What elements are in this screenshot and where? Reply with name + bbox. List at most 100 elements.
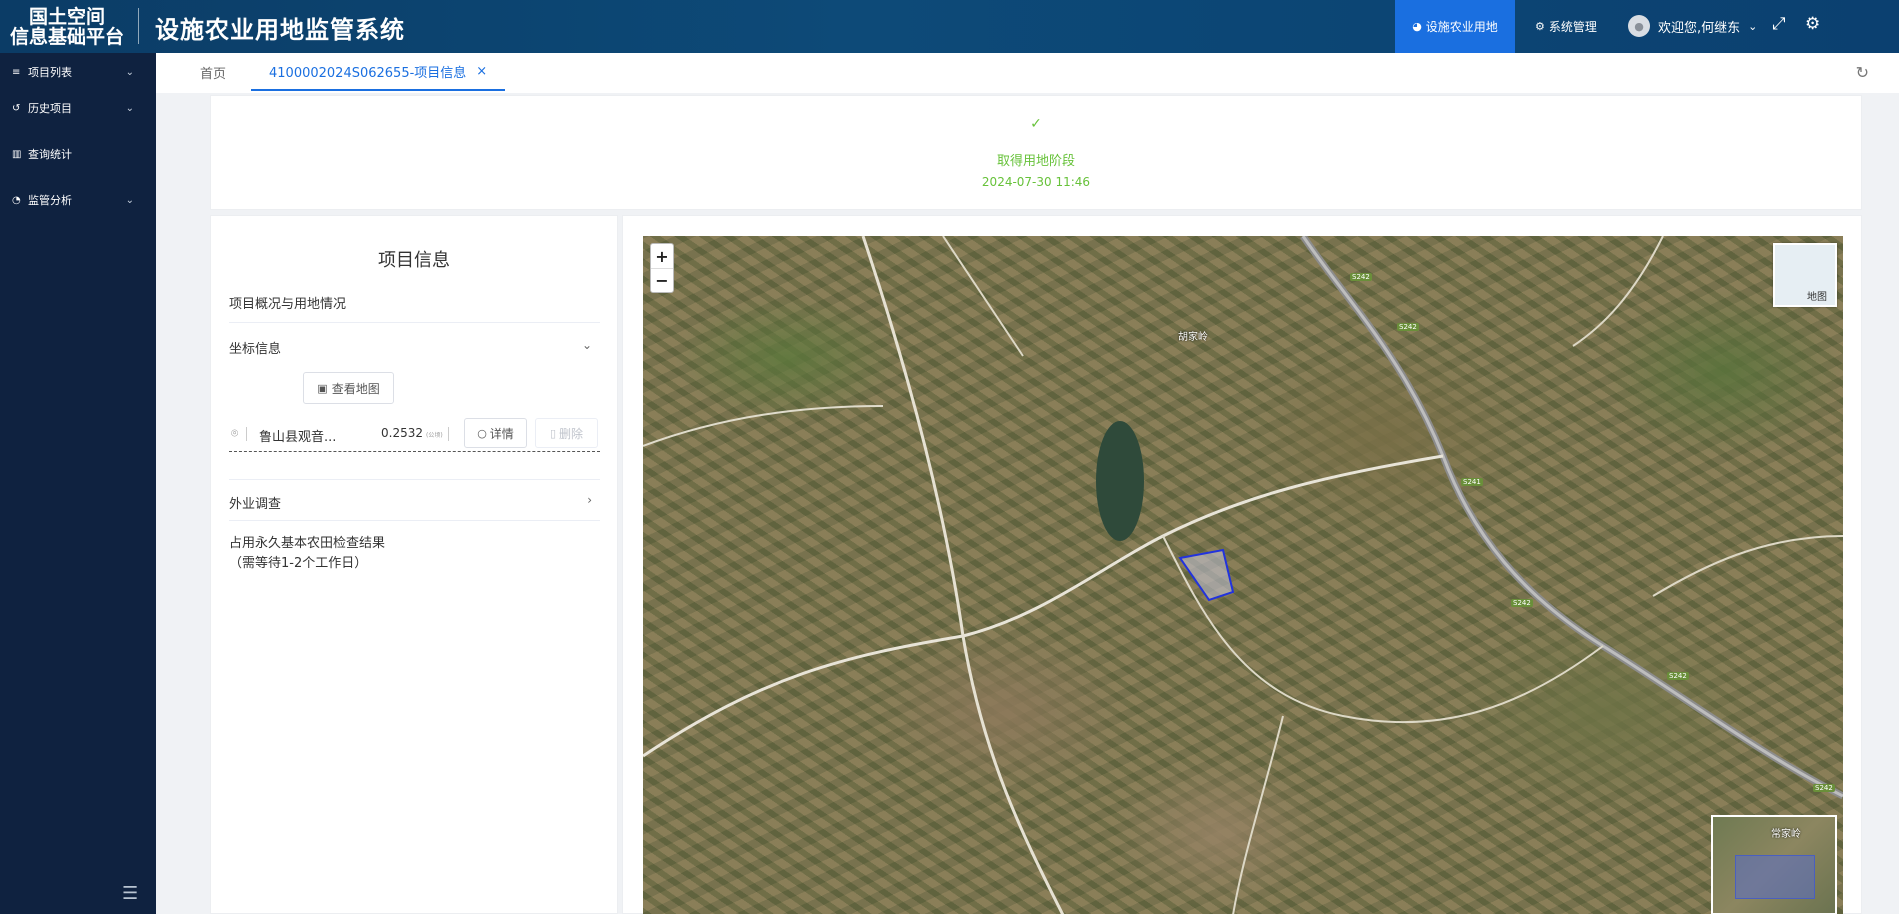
road-tag: S241: [1461, 478, 1483, 486]
check-icon: ✓: [1030, 116, 1042, 132]
detail-button[interactable]: ○ 详情: [464, 418, 527, 448]
road: [643, 405, 884, 447]
coord-row: ⌾ 鲁山县观音... 0.2532 (公顷) ○ 详情 ▯ 删除: [229, 416, 600, 452]
chevron-right-icon: ›: [587, 493, 592, 507]
project-parcel-polygon[interactable]: [1178, 548, 1235, 602]
road: [1162, 535, 1604, 724]
image-icon: ▣: [317, 381, 328, 395]
layer-switch-button[interactable]: 地图: [1773, 243, 1837, 307]
road: [861, 236, 1065, 914]
nav-system-management[interactable]: ⚙ 系统管理: [1518, 0, 1614, 53]
divider: [229, 322, 600, 323]
sidebar-item-label: 项目列表: [28, 66, 72, 79]
sidebar-item-label: 查询统计: [28, 148, 72, 161]
detail-label: 详情: [489, 426, 514, 441]
close-icon[interactable]: ×: [476, 64, 487, 79]
coord-area-unit: (公顷): [426, 432, 443, 439]
refresh-icon[interactable]: ↻: [1856, 63, 1869, 82]
app-title: 设施农业用地监管系统: [155, 16, 405, 44]
welcome-text: 欢迎您,何继东: [1658, 20, 1741, 36]
chevron-down-icon: ⌄: [581, 338, 592, 352]
coord-area-value: 0.2532: [381, 426, 423, 440]
platform-logo: 国土空间 信息基础平台: [8, 7, 126, 47]
view-map-label: 查看地图: [331, 381, 380, 396]
tab-home[interactable]: 首页: [200, 53, 226, 92]
farmland-check-result: 占用永久基本农田检查结果 （需等待1-2个工作日）: [229, 534, 600, 574]
delete-label: 删除: [559, 426, 584, 441]
result-title: 占用永久基本农田检查结果: [229, 536, 386, 551]
coord-area: 0.2532 (公顷): [381, 426, 443, 440]
nav-facility-agri-land[interactable]: ◕ 设施农业用地: [1395, 0, 1515, 53]
sidebar-item-history-projects[interactable]: ↺ 历史项目 ⌄: [0, 97, 156, 119]
trash-icon: ▯: [549, 426, 557, 440]
stage-name: 取得用地阶段: [996, 154, 1075, 169]
road-tag: S242: [1511, 599, 1533, 607]
divider: [246, 427, 247, 441]
overview-extent-box: [1735, 855, 1815, 899]
fullscreen-icon[interactable]: ⤢: [1772, 14, 1786, 34]
brand-divider: [138, 8, 139, 44]
sidebar-item-project-list[interactable]: ≡ 项目列表 ⌄: [0, 61, 156, 83]
highway-road-center: [1301, 236, 1843, 798]
bar-chart-icon: ▥: [12, 148, 22, 160]
reservoir: [1096, 421, 1144, 541]
stage-status-panel: ✓ 取得用地阶段 2024-07-30 11:46: [210, 95, 1862, 210]
overview-section[interactable]: 项目概况与用地情况: [229, 293, 600, 312]
sidebar-item-query-stats[interactable]: ▥ 查询统计: [0, 143, 156, 165]
nav-facility-agri-land-label: 设施农业用地: [1425, 20, 1498, 34]
stage-time: 2024-07-30 11:46: [981, 175, 1091, 189]
field-survey-section[interactable]: 外业调查 ›: [229, 493, 600, 512]
field-survey-label: 外业调查: [229, 497, 282, 512]
coord-section-label: 坐标信息: [229, 342, 282, 357]
road: [1572, 236, 1664, 347]
sidebar: ≡ 项目列表 ⌄ ↺ 历史项目 ⌄ ▥ 查询统计 ◔ 监管分析 ⌄ ☰: [0, 53, 156, 914]
view-map-button[interactable]: ▣ 查看地图: [303, 372, 394, 404]
road: [1232, 715, 1284, 914]
road-tag: S242: [1667, 672, 1689, 680]
road-tag: S242: [1813, 784, 1835, 792]
tab-project-info[interactable]: 4100002024S062655-项目信息 ×: [251, 53, 506, 91]
chevron-down-icon: ⌄: [1748, 19, 1758, 33]
top-bar: 国土空间 信息基础平台 设施农业用地监管系统 ◕ 设施农业用地 ⚙ 系统管理 ●…: [0, 0, 1899, 53]
panel-title: 项目信息: [378, 250, 450, 271]
pie-chart-icon: ◔: [12, 194, 21, 206]
map-roads: [643, 236, 1843, 914]
nav-system-management-label: 系统管理: [1548, 20, 1597, 34]
list-icon: ≡: [12, 66, 21, 78]
road: [942, 236, 1024, 357]
result-note: （需等待1-2个工作日）: [229, 556, 368, 571]
chevron-down-icon: ⌄: [125, 194, 134, 206]
sidebar-item-label: 历史项目: [28, 102, 72, 115]
road: [1652, 535, 1843, 597]
tab-project-info-label: 4100002024S062655-项目信息: [269, 65, 467, 81]
zoom-control: + −: [650, 243, 674, 293]
collapse-sidebar-icon[interactable]: ☰: [122, 883, 138, 904]
zoom-in-button[interactable]: +: [651, 244, 673, 268]
zoom-out-button[interactable]: −: [651, 268, 673, 292]
chevron-down-icon: ⌄: [125, 66, 134, 78]
overview-minimap[interactable]: 常家岭: [1711, 815, 1837, 914]
search-icon: ○: [477, 426, 487, 440]
road-tag: S242: [1350, 273, 1372, 281]
user-menu[interactable]: ● 欢迎您,何继东 ⌄: [1628, 15, 1757, 37]
village-label: 胡家岭: [1178, 332, 1208, 343]
divider: [229, 479, 600, 480]
overview-label: 常家岭: [1771, 829, 1801, 840]
satellite-map[interactable]: 胡家岭 S242 S242 S241 S242 S242 S242 + − 地图…: [643, 236, 1843, 914]
sidebar-item-supervision-analysis[interactable]: ◔ 监管分析 ⌄: [0, 189, 156, 211]
brand-line-1: 国土空间: [28, 6, 105, 28]
pie-chart-icon: ◕: [1412, 20, 1422, 33]
divider: [448, 427, 449, 441]
layer-label: 地图: [1807, 292, 1827, 303]
project-info-panel: 项目信息 项目概况与用地情况 坐标信息 ⌄ ▣ 查看地图 ⌾ 鲁山县观音... …: [210, 215, 618, 914]
highway-road: [1300, 236, 1843, 800]
road-tag: S242: [1397, 323, 1419, 331]
gears-icon: ⚙: [1535, 20, 1545, 33]
delete-button[interactable]: ▯ 删除: [535, 418, 598, 448]
coord-location: 鲁山县观音...: [259, 430, 337, 445]
tab-bar: 首页 4100002024S062655-项目信息 × ↻: [156, 53, 1899, 93]
coord-section-header[interactable]: 坐标信息 ⌄: [229, 338, 600, 357]
avatar: ●: [1628, 15, 1650, 37]
settings-gear-icon[interactable]: ⚙: [1805, 14, 1820, 34]
chevron-down-icon: ⌄: [125, 102, 134, 114]
